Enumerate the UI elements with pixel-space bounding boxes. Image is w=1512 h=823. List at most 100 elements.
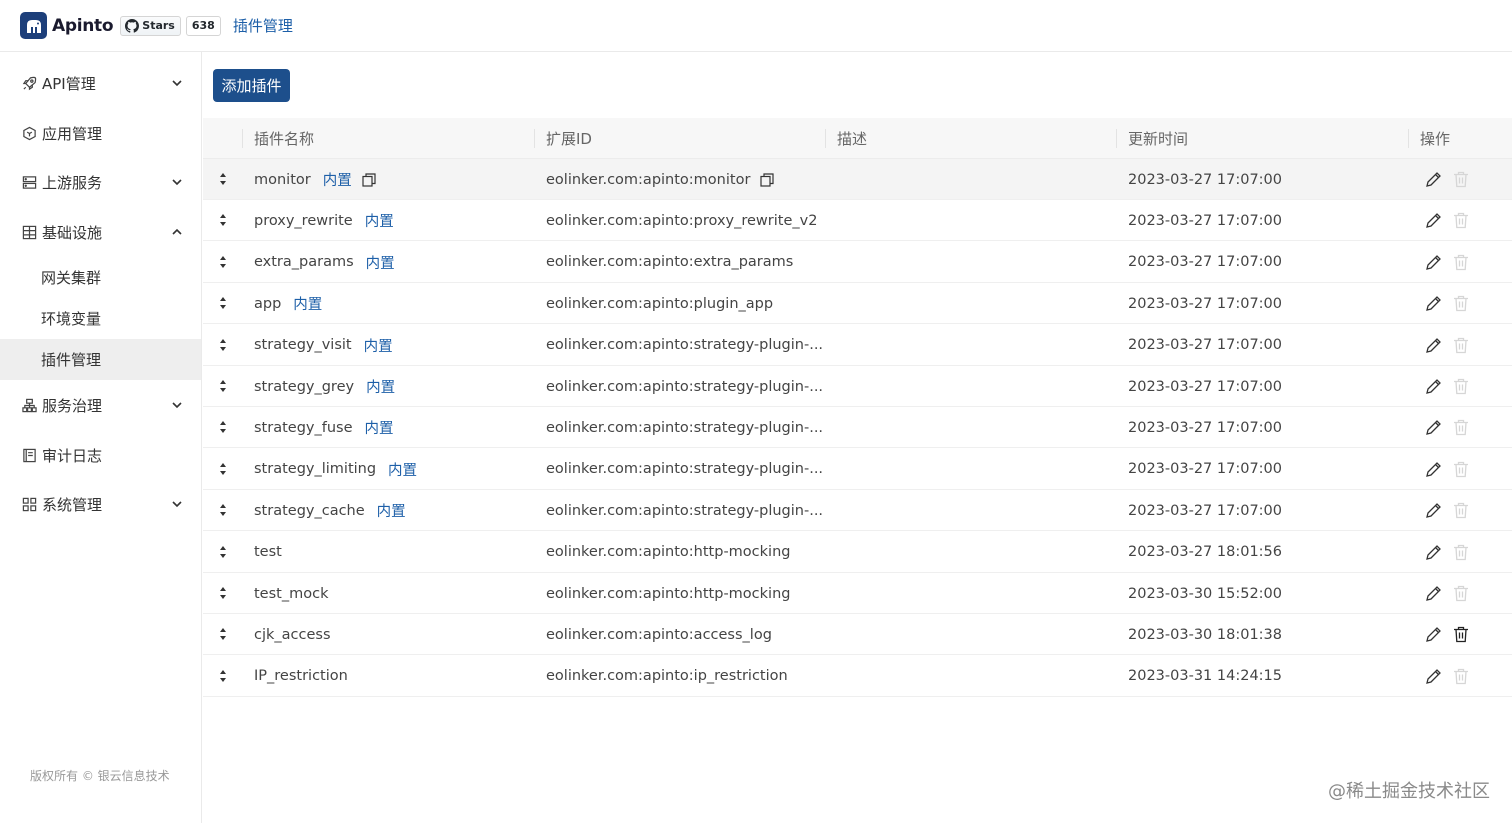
sidebar-item-label: API管理	[42, 74, 96, 93]
copy-icon[interactable]	[760, 172, 775, 187]
plugin-name-cell: cjk_access	[254, 614, 331, 655]
drag-handle-icon[interactable]	[218, 172, 228, 186]
delete-icon	[1454, 668, 1468, 684]
sidebar-item-governance[interactable]: 服务治理	[0, 385, 201, 425]
table-row[interactable]: extra_params 内置 eolinker.com:apinto:extr…	[203, 242, 1512, 283]
table-row[interactable]: monitor 内置 eolinker.com:apinto:monitor 2…	[203, 159, 1512, 200]
chevron-down-icon	[172, 80, 182, 87]
table-row[interactable]: strategy_grey 内置 eolinker.com:apinto:str…	[203, 366, 1512, 407]
column-divider	[1408, 129, 1409, 148]
ext-id-cell: eolinker.com:apinto:extra_params	[546, 242, 793, 283]
edit-icon[interactable]	[1425, 626, 1442, 643]
builtin-tag[interactable]: 内置	[366, 376, 395, 397]
builtin-tag[interactable]: 内置	[388, 459, 417, 480]
builtin-tag[interactable]: 内置	[293, 293, 322, 314]
ext-id: eolinker.com:apinto:monitor	[546, 171, 751, 188]
drag-handle-icon[interactable]	[218, 669, 228, 683]
builtin-tag[interactable]: 内置	[365, 210, 394, 231]
ext-id: eolinker.com:apinto:strategy-plugin-...	[546, 502, 824, 519]
network-icon	[21, 397, 37, 413]
drag-handle-icon[interactable]	[218, 420, 228, 434]
sidebar-item-api[interactable]: API管理	[0, 63, 201, 103]
ext-id-cell: eolinker.com:apinto:strategy-plugin-...	[546, 449, 823, 490]
plugin-name: IP_restriction	[254, 668, 348, 685]
drag-handle-icon[interactable]	[218, 586, 228, 600]
app-name: Apinto	[52, 15, 114, 36]
main-content: 添加插件 插件名称 扩展ID 描述 更新时间 操作 monitor 内置 eol…	[203, 52, 1512, 823]
builtin-tag[interactable]: 内置	[364, 335, 393, 356]
drag-handle-icon[interactable]	[218, 213, 228, 227]
edit-icon[interactable]	[1425, 378, 1442, 395]
table-row[interactable]: IP_restriction eolinker.com:apinto:ip_re…	[203, 656, 1512, 697]
updated-time-cell: 2023-03-27 18:01:56	[1128, 544, 1282, 561]
builtin-tag[interactable]: 内置	[323, 169, 352, 190]
plugin-name: strategy_cache	[254, 502, 365, 519]
table-row[interactable]: app 内置 eolinker.com:apinto:plugin_app 20…	[203, 283, 1512, 325]
plugin-name: app	[254, 295, 282, 312]
table-row[interactable]: strategy_cache 内置 eolinker.com:apinto:st…	[203, 490, 1512, 532]
edit-icon[interactable]	[1425, 544, 1442, 561]
drag-handle-icon[interactable]	[218, 627, 228, 641]
plugin-name: cjk_access	[254, 626, 331, 643]
delete-icon[interactable]	[1453, 626, 1469, 643]
logo[interactable]: Apinto	[20, 12, 114, 39]
edit-icon[interactable]	[1425, 668, 1442, 685]
drag-handle-icon[interactable]	[218, 338, 228, 352]
add-plugin-button[interactable]: 添加插件	[213, 69, 290, 102]
sidebar-item-apps[interactable]: 应用管理	[0, 113, 201, 153]
table-row[interactable]: test eolinker.com:apinto:http-mocking 20…	[203, 532, 1512, 573]
sidebar-subitem-env-vars[interactable]: 环境变量	[0, 298, 201, 339]
delete-icon	[1454, 254, 1468, 270]
ext-id: eolinker.com:apinto:strategy-plugin-...	[546, 378, 824, 395]
builtin-tag[interactable]: 内置	[377, 500, 406, 521]
column-divider	[242, 129, 243, 148]
delete-icon	[1454, 461, 1468, 477]
drag-handle-icon[interactable]	[218, 462, 228, 476]
table-row[interactable]: cjk_access eolinker.com:apinto:access_lo…	[203, 614, 1512, 656]
drag-handle-icon[interactable]	[218, 296, 228, 310]
drag-handle-icon[interactable]	[218, 545, 228, 559]
column-header-description: 描述	[837, 130, 868, 148]
sidebar-subitem-gateway-cluster[interactable]: 网关集群	[0, 257, 201, 298]
edit-icon[interactable]	[1425, 419, 1442, 436]
sidebar-item-label: 上游服务	[42, 173, 103, 192]
edit-icon[interactable]	[1425, 295, 1442, 312]
copy-icon[interactable]	[362, 172, 376, 187]
table-row[interactable]: strategy_visit 内置 eolinker.com:apinto:st…	[203, 325, 1512, 366]
edit-icon[interactable]	[1425, 461, 1442, 478]
table-row[interactable]: strategy_fuse 内置 eolinker.com:apinto:str…	[203, 407, 1512, 449]
sidebar-item-audit-log[interactable]: 审计日志	[0, 435, 201, 475]
drag-handle-icon[interactable]	[218, 503, 228, 517]
table-row[interactable]: test_mock eolinker.com:apinto:http-mocki…	[203, 573, 1512, 614]
builtin-tag[interactable]: 内置	[365, 417, 394, 438]
edit-icon[interactable]	[1425, 337, 1442, 354]
edit-icon[interactable]	[1425, 171, 1442, 188]
delete-icon	[1454, 503, 1468, 519]
edit-icon[interactable]	[1425, 585, 1442, 602]
github-stars-button[interactable]: Stars	[120, 15, 181, 36]
plugin-name: proxy_rewrite	[254, 212, 353, 229]
edit-icon[interactable]	[1425, 212, 1442, 229]
table-header: 插件名称 扩展ID 描述 更新时间 操作	[203, 118, 1512, 159]
column-header-ext-id: 扩展ID	[546, 130, 592, 148]
table-row[interactable]: proxy_rewrite 内置 eolinker.com:apinto:pro…	[203, 200, 1512, 242]
sidebar-item-infrastructure[interactable]: 基础设施	[0, 212, 201, 252]
github-stars-count[interactable]: 638	[185, 15, 221, 36]
plugin-name-cell: IP_restriction	[254, 656, 348, 697]
chevron-down-icon	[172, 402, 182, 409]
sidebar-item-system[interactable]: 系统管理	[0, 484, 201, 524]
sidebar-item-upstream[interactable]: 上游服务	[0, 162, 201, 202]
updated-time-cell: 2023-03-30 18:01:38	[1128, 626, 1282, 643]
table-row[interactable]: strategy_limiting 内置 eolinker.com:apinto…	[203, 449, 1512, 490]
drag-handle-icon[interactable]	[218, 255, 228, 269]
edit-icon[interactable]	[1425, 502, 1442, 519]
builtin-tag[interactable]: 内置	[366, 252, 395, 273]
edit-icon[interactable]	[1425, 254, 1442, 271]
drag-handle-icon[interactable]	[218, 379, 228, 393]
column-divider	[1116, 129, 1117, 148]
delete-icon	[1454, 296, 1468, 312]
updated-time-cell: 2023-03-27 17:07:00	[1128, 461, 1282, 478]
updated-time-cell: 2023-03-27 17:07:00	[1128, 337, 1282, 354]
top-bar: Apinto Stars 638 插件管理	[0, 0, 1512, 52]
sidebar-subitem-plugin-management[interactable]: 插件管理	[0, 339, 201, 380]
